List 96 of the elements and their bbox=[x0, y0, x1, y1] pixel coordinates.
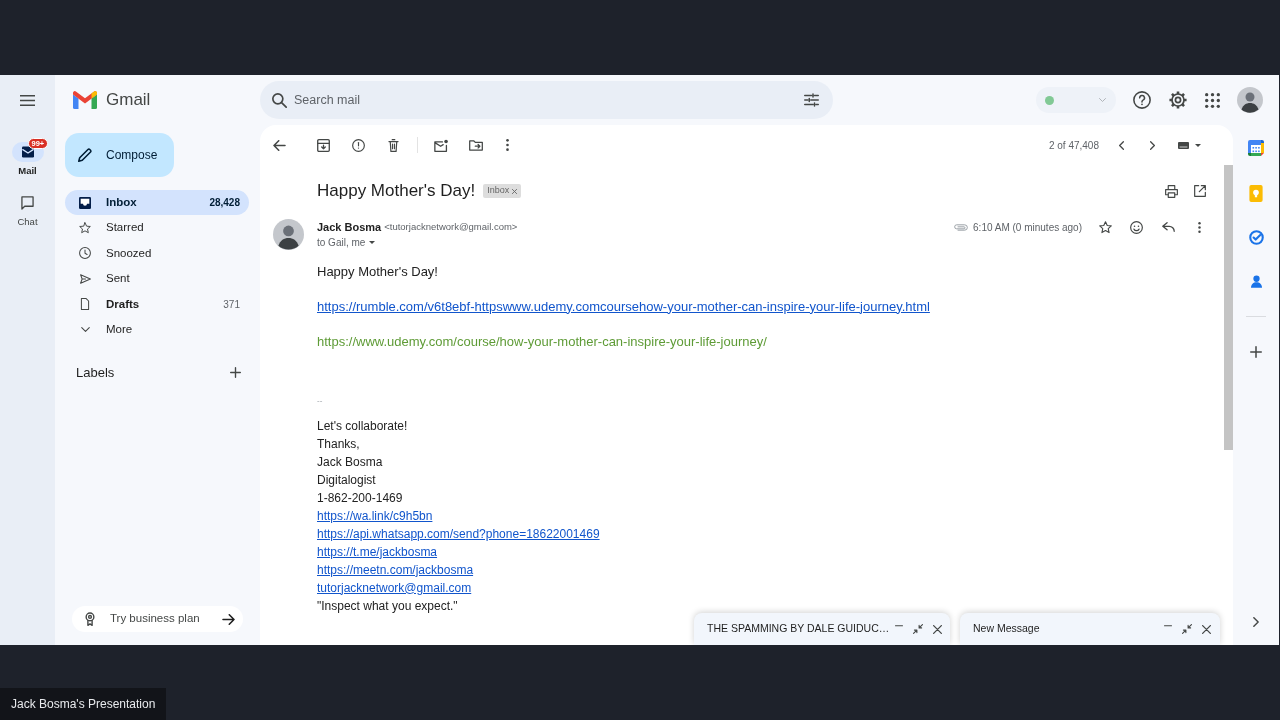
plus-icon[interactable] bbox=[230, 367, 241, 379]
compose-button[interactable]: Compose bbox=[65, 133, 174, 177]
avatar-icon bbox=[273, 219, 304, 250]
plus-icon[interactable] bbox=[1250, 346, 1262, 358]
link[interactable]: https://meetn.com/jackbosma bbox=[317, 560, 474, 579]
settings-icon[interactable] bbox=[1169, 91, 1187, 109]
chevron-down-icon bbox=[80, 327, 90, 333]
award-ribbon-icon bbox=[85, 612, 95, 626]
label-chip[interactable]: Inbox bbox=[483, 184, 522, 198]
minimize-icon[interactable] bbox=[895, 625, 904, 627]
compose-window-bar[interactable]: THE SPAMMING BY DALE GUIDUC… bbox=[694, 613, 950, 645]
folder-item[interactable]: More bbox=[65, 316, 249, 343]
diagonal-arrows-icon[interactable] bbox=[1182, 624, 1192, 634]
message-text: Happy Mother's Day! bbox=[317, 262, 438, 280]
sender-email: <tutorjacknetwork@gmail.com> bbox=[384, 219, 518, 234]
signature-text: Digitalogist bbox=[317, 471, 376, 489]
scrollbar-thumb[interactable] bbox=[1224, 165, 1233, 450]
chevron-right-icon[interactable] bbox=[1253, 617, 1259, 627]
send-icon bbox=[79, 273, 91, 284]
search-input[interactable]: Search mail bbox=[294, 87, 797, 113]
m-logo-icon bbox=[73, 91, 97, 109]
star-icon bbox=[79, 222, 91, 235]
sender-name: Jack Bosma bbox=[317, 219, 382, 235]
folder-count: 28,428 bbox=[209, 196, 240, 211]
sidebar-app-button[interactable]: Chat bbox=[11, 193, 44, 227]
signature-text: Jack Bosma bbox=[317, 453, 383, 471]
inbox-icon bbox=[79, 196, 91, 209]
arrow-right-icon bbox=[222, 613, 235, 625]
folder-item[interactable]: Starred bbox=[65, 215, 249, 241]
diagonal-arrows-icon[interactable] bbox=[913, 624, 924, 634]
keyboard-icon[interactable] bbox=[1177, 141, 1190, 149]
more-options-icon[interactable] bbox=[1198, 221, 1201, 233]
caret-icon[interactable] bbox=[369, 240, 376, 244]
compose-window-title: THE SPAMMING BY DALE GUIDUC… bbox=[707, 621, 890, 637]
open-in-new-window-icon[interactable] bbox=[1194, 185, 1206, 197]
folder-item[interactable]: Snoozed bbox=[65, 240, 249, 267]
person-icon[interactable] bbox=[1250, 275, 1262, 288]
apps-grid-icon[interactable] bbox=[1205, 92, 1220, 108]
pencil-icon bbox=[78, 148, 92, 162]
folder-count: 371 bbox=[223, 297, 240, 312]
pager-text: 2 of 47,408 bbox=[1048, 138, 1099, 153]
folder-item[interactable]: Drafts 371 bbox=[65, 291, 249, 317]
mark-unread-icon[interactable] bbox=[434, 138, 448, 152]
link[interactable]: https://www.udemy.com/course/how-your-mother-can-inspire-your-life-journey/ bbox=[317, 332, 767, 350]
compose-window-bar[interactable]: New Message bbox=[960, 613, 1220, 645]
message-subject: Happy Mother's Day! bbox=[317, 180, 476, 203]
chevron-down-icon bbox=[1099, 98, 1106, 102]
folder-item[interactable]: Sent bbox=[65, 266, 249, 292]
search-icon[interactable] bbox=[272, 92, 287, 108]
signature-text: Let's collaborate! bbox=[317, 417, 408, 435]
link[interactable]: https://t.me/jackbosma bbox=[317, 542, 438, 561]
reply-icon[interactable] bbox=[1162, 222, 1175, 232]
clock-icon bbox=[79, 247, 91, 260]
trash-icon[interactable] bbox=[388, 138, 399, 152]
presentation-label: Jack Bosma's Presentation bbox=[0, 688, 167, 720]
message-time: 6:10 AM (0 minutes ago) bbox=[973, 220, 1082, 235]
signature-text: Thanks, bbox=[317, 435, 360, 453]
close-icon[interactable] bbox=[512, 188, 518, 194]
recipients-text: to Gail, me bbox=[317, 235, 366, 250]
filter-sliders-icon[interactable] bbox=[804, 93, 819, 107]
paperclip-icon bbox=[954, 223, 969, 231]
chevron-right-icon[interactable] bbox=[1150, 140, 1155, 150]
link[interactable]: https://wa.link/c9h5bn bbox=[317, 506, 433, 525]
link[interactable]: https://rumble.com/v6t8ebf-httpswww.udemy.comcoursehow-your-mother-can-inspire-your-life-journey.html bbox=[317, 297, 930, 315]
link[interactable]: tutorjacknetwork@gmail.com bbox=[317, 578, 472, 597]
compose-window-title: New Message bbox=[973, 621, 1040, 637]
chevron-left-icon[interactable] bbox=[1119, 140, 1124, 150]
mail-icon bbox=[11, 142, 44, 162]
signature-separator: -- bbox=[317, 394, 323, 407]
print-icon[interactable] bbox=[1165, 184, 1178, 198]
calendar-icon[interactable] bbox=[1248, 140, 1264, 156]
close-icon[interactable] bbox=[1202, 624, 1211, 634]
emoji-icon[interactable] bbox=[1130, 220, 1143, 234]
signature-text: "Inspect what you expect." bbox=[317, 597, 458, 615]
archive-icon[interactable] bbox=[317, 138, 330, 152]
menu-icon[interactable] bbox=[20, 94, 35, 106]
minimize-icon[interactable] bbox=[1164, 625, 1172, 627]
app-title: Gmail bbox=[106, 89, 151, 112]
close-icon[interactable] bbox=[933, 624, 943, 634]
link[interactable]: https://api.whatsapp.com/send?phone=18622001469 bbox=[317, 524, 600, 543]
chat-bubble-icon bbox=[21, 196, 34, 210]
caret-icon[interactable] bbox=[1195, 143, 1201, 147]
help-icon[interactable] bbox=[1133, 91, 1151, 109]
search-field[interactable]: Search mail bbox=[260, 81, 833, 119]
account-avatar-icon[interactable] bbox=[1237, 87, 1263, 113]
star-icon[interactable] bbox=[1099, 220, 1112, 234]
report-spam-icon[interactable] bbox=[352, 138, 365, 152]
move-to-folder-icon[interactable] bbox=[469, 139, 483, 151]
labels-heading: Labels bbox=[76, 364, 115, 383]
task-check-icon[interactable] bbox=[1248, 230, 1264, 245]
back-arrow-icon[interactable] bbox=[273, 139, 286, 151]
document-icon bbox=[80, 298, 90, 311]
upgrade-button[interactable]: Try business plan bbox=[72, 606, 243, 632]
folder-item[interactable]: Inbox 28,428 bbox=[65, 190, 249, 216]
more-options-icon[interactable] bbox=[506, 139, 509, 151]
signature-text: 1-862-200-1469 bbox=[317, 489, 403, 507]
